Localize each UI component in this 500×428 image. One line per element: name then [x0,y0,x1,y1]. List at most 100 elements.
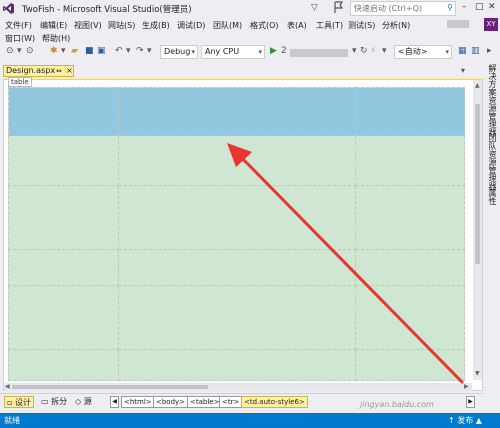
table-tag-label[interactable]: table [8,77,32,87]
dropdown-icon[interactable]: ▾ [382,46,387,56]
breadcrumb-body[interactable]: <body> [153,396,189,408]
dropdown-icon[interactable]: ▾ [147,46,152,56]
chevron-down-icon: ▾ [258,48,262,56]
table-cell[interactable] [355,349,465,381]
quick-launch-box[interactable]: ⚲ [350,1,456,16]
table-cell[interactable] [355,285,465,350]
start-debugging-icon[interactable]: ▶ [270,46,277,56]
table-cell[interactable] [8,349,119,381]
html-table[interactable] [8,87,465,381]
menu-view[interactable]: 视图(V) [74,20,102,31]
run-target-name[interactable] [290,49,348,57]
save-all-icon[interactable]: ▣ [97,46,106,56]
menu-bar: 文件(F) 编辑(E) 视图(V) 网站(S) 生成(B) 调试(D) 团队(M… [0,17,500,47]
table-cell[interactable] [8,285,119,350]
breadcrumb-table[interactable]: <table> [187,396,223,408]
breadcrumb-td[interactable]: <td.auto-style6> [241,396,308,408]
scroll-down-icon[interactable]: ▼ [475,370,480,377]
scroll-left-icon[interactable]: ◀ [5,383,10,390]
dropdown-icon[interactable]: ▾ [352,46,357,56]
breadcrumb-tr[interactable]: <tr> [219,396,243,408]
new-project-icon[interactable]: ✱ [50,46,58,56]
panel-view-icon[interactable]: ▥ [471,46,480,56]
toolbar-overflow-icon[interactable]: ▸ [487,46,492,56]
table-cell[interactable] [8,135,119,186]
refresh-icon[interactable]: ↻ [360,46,368,56]
table-cell[interactable] [8,185,119,250]
dropdown-icon[interactable]: ▾ [17,46,22,56]
tab-solution-explorer[interactable]: 解决方案资源管理器 [486,64,498,136]
forward-icon[interactable]: ⊙ [26,46,34,56]
menu-tools[interactable]: 工具(T) [316,20,343,31]
quick-launch-input[interactable] [351,2,441,15]
avatar[interactable]: XY [484,18,498,31]
document-tab-design-aspx[interactable]: Design.aspx ⇔ × [3,65,74,77]
breadcrumb-prev-icon[interactable]: ◀ [110,396,119,408]
close-icon[interactable]: × [66,66,73,76]
menu-format[interactable]: 格式(O) [250,20,279,31]
search-icon[interactable]: ⚲ [447,3,453,12]
table-cell[interactable] [355,185,465,250]
chevron-down-icon: ▾ [191,48,195,56]
table-cell[interactable] [8,87,119,136]
feedback-flag-icon[interactable] [333,1,344,14]
menu-edit[interactable]: 编辑(E) [40,20,67,31]
horizontal-scroll-thumb[interactable] [12,385,208,389]
table-cell[interactable] [118,349,356,381]
vertical-scrollbar[interactable]: ▲ ▼ [473,80,482,380]
target-size-select[interactable]: <自动> ▾ [394,45,452,59]
menu-team[interactable]: 团队(M) [213,20,242,31]
redo-icon[interactable]: ↷ [136,46,144,56]
minimize-icon[interactable]: – [462,2,467,12]
tab-team-explorer[interactable]: 团队资源管理器 [486,134,498,190]
notification-filter-icon[interactable]: ▽ [311,3,318,13]
menu-window[interactable]: 窗口(W) [5,33,35,44]
menu-website[interactable]: 网站(S) [108,20,135,31]
save-icon[interactable]: ■ [85,46,94,56]
solution-config-select[interactable]: Debug ▾ [160,45,198,59]
tab-properties[interactable]: 属性 [486,189,498,205]
scroll-up-icon[interactable]: ▲ [475,82,480,89]
table-row [8,135,465,186]
table-cell[interactable] [355,249,465,286]
table-cell[interactable] [355,135,465,186]
target-size-value: <自动> [398,47,428,56]
table-cell[interactable] [118,135,356,186]
pin-icon[interactable]: ⇔ [56,66,62,76]
dropdown-icon[interactable]: ▾ [126,46,131,56]
breadcrumb-html[interactable]: <html> [121,396,155,408]
menu-test[interactable]: 测试(S) [348,20,375,31]
menu-table[interactable]: 表(A) [287,20,307,31]
browser-link-icon[interactable]: ⚡ [370,46,376,56]
design-view-button[interactable]: ▫ 设计 [4,396,34,408]
menu-analyze[interactable]: 分析(N) [382,20,410,31]
table-cell[interactable] [118,285,356,350]
menu-debug[interactable]: 调试(D) [177,20,205,31]
menu-build[interactable]: 生成(B) [142,20,170,31]
tab-list-dropdown-icon[interactable]: ▾ [461,66,465,75]
publish-button[interactable]: ↑ 发布 ▲ [448,415,482,426]
user-name[interactable] [447,20,469,28]
horizontal-scrollbar[interactable]: ◀ ▶ [4,383,472,391]
source-view-button[interactable]: ◇ 源 [73,396,94,408]
run-target-label[interactable]: 2 [281,46,287,56]
menu-help[interactable]: 帮助(H) [42,33,70,44]
table-cell[interactable] [355,87,465,136]
table-cell[interactable] [8,249,119,286]
table-cell[interactable] [118,249,356,286]
layout-view-icon[interactable]: ▦ [458,46,467,56]
menu-file[interactable]: 文件(F) [5,20,32,31]
back-icon[interactable]: ⊙ [6,46,14,56]
table-cell[interactable] [118,185,356,250]
close-icon[interactable]: ✕ [488,2,496,12]
split-view-button[interactable]: ▭ 拆分 [39,396,69,408]
breadcrumb-next-icon[interactable]: ▶ [466,396,475,408]
vertical-scroll-thumb[interactable] [475,104,480,264]
maximize-icon[interactable]: □ [475,2,484,12]
solution-platform-select[interactable]: Any CPU ▾ [201,45,265,59]
open-file-icon[interactable]: ▰ [71,46,78,56]
dropdown-icon[interactable]: ▾ [61,46,66,56]
scroll-right-icon[interactable]: ▶ [464,383,469,390]
table-cell[interactable] [118,87,356,136]
undo-icon[interactable]: ↶ [115,46,123,56]
